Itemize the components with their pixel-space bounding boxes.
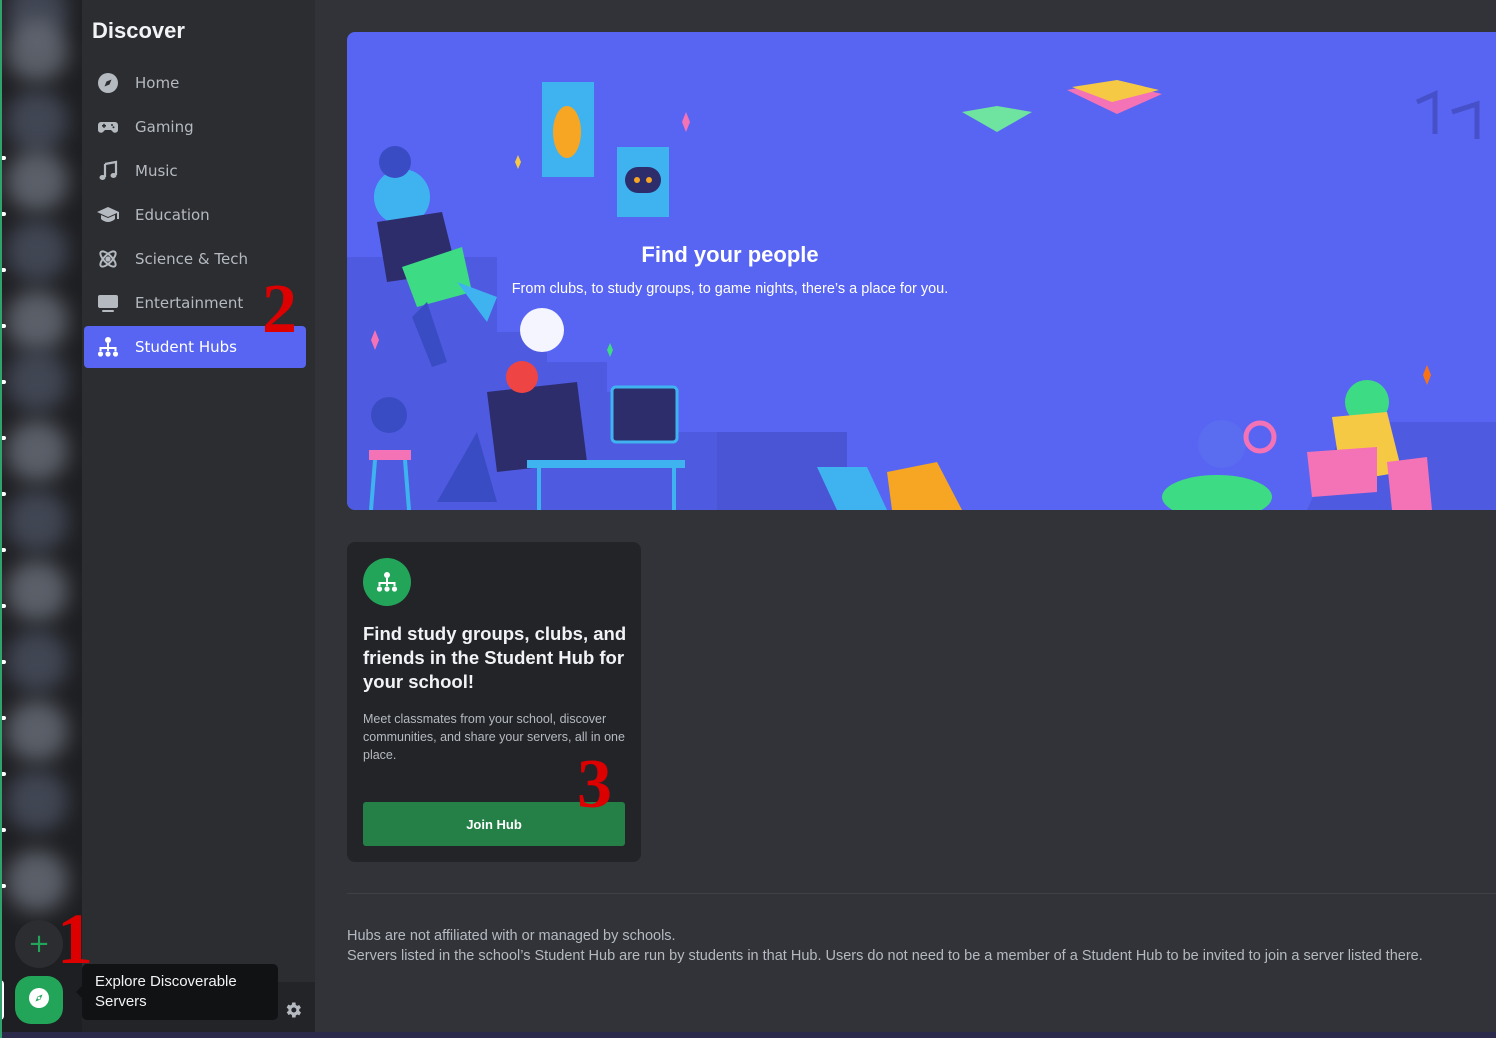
server-icon[interactable]	[6, 20, 68, 82]
step-annotation-1: 1	[57, 899, 93, 979]
banner-illustration	[347, 80, 1496, 510]
gear-icon[interactable]	[283, 1000, 303, 1024]
step-annotation-3: 3	[577, 746, 612, 823]
sidebar-item-label: Science & Tech	[135, 250, 248, 268]
discover-sidebar: Discover Home Gaming Music Education Sci…	[82, 0, 315, 1038]
server-icon[interactable]	[6, 490, 68, 552]
server-icon[interactable]	[6, 770, 68, 832]
atom-icon	[95, 246, 121, 272]
sidebar-item-label: Education	[135, 206, 210, 224]
disclaimer-line: Hubs are not affiliated with or managed …	[347, 928, 676, 944]
plus-icon: +	[28, 929, 50, 959]
server-icon[interactable]	[6, 420, 68, 482]
compass-icon	[27, 986, 51, 1014]
add-server-button[interactable]: +	[15, 920, 63, 968]
server-icon[interactable]	[6, 700, 68, 762]
server-icon[interactable]	[6, 630, 68, 692]
server-icon[interactable]	[6, 90, 68, 152]
divider	[347, 893, 1496, 894]
sidebar-item-label: Music	[135, 162, 178, 180]
taskbar-strip	[0, 1032, 1496, 1038]
hero-banner: Find your people From clubs, to study gr…	[347, 32, 1496, 510]
sidebar-item-label: Gaming	[135, 118, 194, 136]
sidebar-item-label: Entertainment	[135, 294, 244, 312]
server-icon[interactable]	[6, 150, 68, 212]
server-icon[interactable]	[6, 220, 68, 282]
explore-discoverable-servers-button[interactable]	[15, 976, 63, 1024]
compass-icon	[95, 70, 121, 96]
step-annotation-2: 2	[262, 271, 297, 348]
window-frame	[0, 0, 2, 1038]
graduation-cap-icon	[95, 202, 121, 228]
sidebar-item-label: Student Hubs	[135, 338, 237, 356]
sidebar-title: Discover	[92, 18, 185, 43]
gamepad-icon	[95, 114, 121, 140]
sidebar-item-gaming[interactable]: Gaming	[84, 106, 306, 148]
hub-icon	[363, 558, 411, 606]
card-title: Find study groups, clubs, and friends in…	[363, 623, 627, 692]
music-note-icon	[95, 158, 121, 184]
explore-tooltip: Explore Discoverable Servers	[76, 964, 278, 1020]
hub-disclaimer: Hubs are not affiliated with or managed …	[347, 926, 1496, 966]
server-icon[interactable]	[6, 560, 68, 622]
sidebar-item-music[interactable]: Music	[84, 150, 306, 192]
sidebar-item-home[interactable]: Home	[84, 62, 306, 104]
hub-icon	[95, 334, 121, 360]
tv-icon	[95, 290, 121, 316]
disclaimer-line: Servers listed in the school’s Student H…	[347, 948, 1423, 964]
server-icon[interactable]	[6, 350, 68, 412]
server-rail: +	[0, 0, 82, 1038]
sidebar-item-label: Home	[135, 74, 180, 92]
sidebar-item-education[interactable]: Education	[84, 194, 306, 236]
server-icon[interactable]	[6, 290, 68, 352]
banner-subtitle: From clubs, to study groups, to game nig…	[511, 281, 949, 297]
